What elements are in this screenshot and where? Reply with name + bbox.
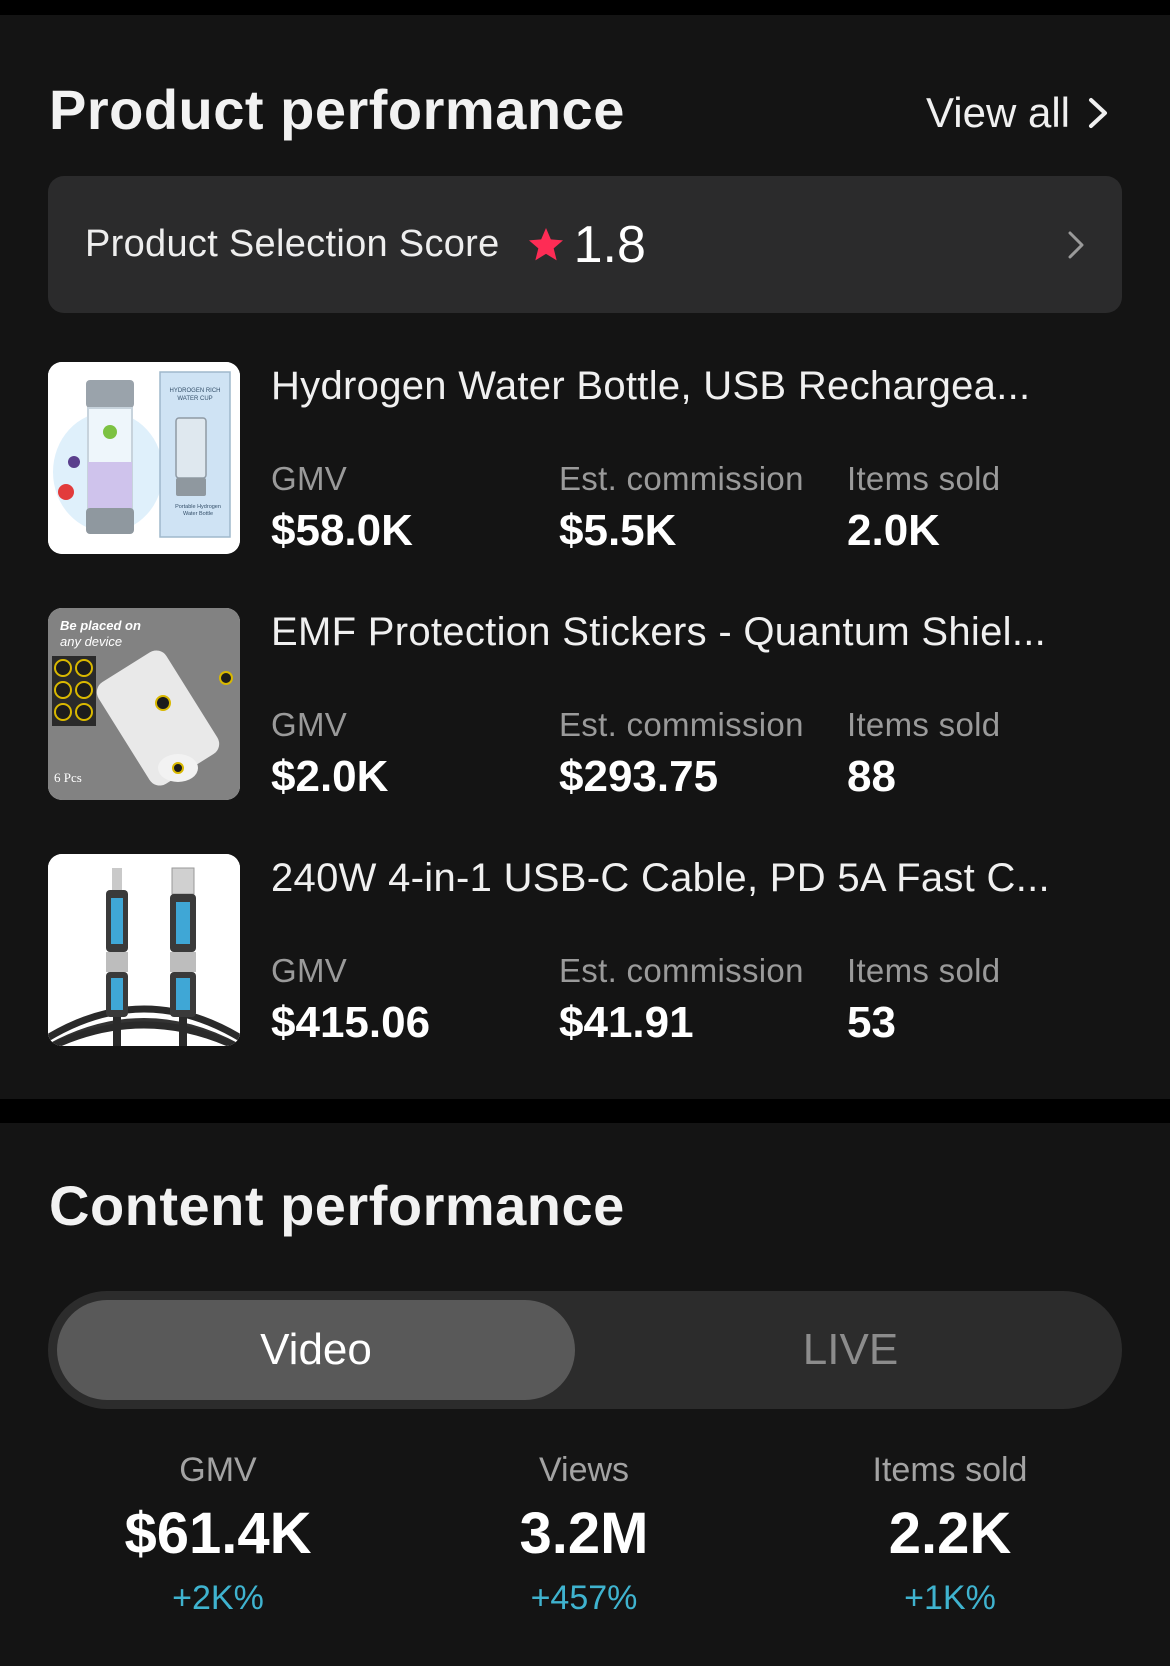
section-title-content-performance: Content performance — [49, 1174, 625, 1237]
thumb-text: any device — [60, 634, 122, 649]
chevron-right-icon — [1068, 231, 1084, 258]
metric-items-sold: Items sold 53 — [847, 952, 1000, 1048]
content-type-tabs: Video LIVE — [48, 1291, 1122, 1409]
content-performance-section: Content performance Video LIVE GMV $61.4… — [0, 1123, 1170, 1666]
metric-label: GMV — [271, 952, 348, 989]
metric-est-commission: Est. commission $293.75 — [559, 706, 804, 802]
metric-value: $41.91 — [559, 998, 694, 1047]
product-name[interactable]: Hydrogen Water Bottle, USB Rechargea... — [271, 364, 1117, 409]
metric-value: $5.5K — [559, 506, 677, 555]
metric-items-sold: Items sold 88 — [847, 706, 1000, 802]
stat-items-sold: Items sold 2.2K +1K% — [785, 1451, 1115, 1618]
thumb-text: Portable Hydrogen — [175, 504, 221, 510]
stat-change: +1K% — [904, 1579, 996, 1617]
metric-value: 2.0K — [847, 506, 940, 555]
thumb-text: WATER CUP — [177, 396, 212, 402]
metric-value: $293.75 — [559, 752, 719, 801]
product-thumbnail[interactable]: Be placed on any device 6 Pcs — [48, 608, 240, 800]
thumb-text: HYDROGEN RICH — [169, 388, 220, 394]
stat-value: $61.4K — [124, 1501, 312, 1566]
score-value: 1.8 — [573, 215, 646, 274]
stat-gmv: GMV $61.4K +2K% — [53, 1451, 383, 1618]
product-selection-score-card[interactable]: Product Selection Score 1.8 — [48, 176, 1122, 313]
product-row[interactable]: 240W 4-in-1 USB-C Cable, PD 5A Fast C...… — [48, 854, 1122, 1048]
stat-views: Views 3.2M +457% — [419, 1451, 749, 1618]
thumb-text: Be placed on — [60, 618, 141, 633]
metric-items-sold: Items sold 2.0K — [847, 460, 1000, 556]
metric-label: Items sold — [847, 706, 1001, 743]
metric-value: $58.0K — [271, 506, 413, 555]
hydrogen-bottle-image: HYDROGEN RICH WATER CUP Portable Hydroge… — [48, 362, 240, 554]
tab-live[interactable]: LIVE — [588, 1300, 1113, 1400]
product-performance-section: Product performance View all Product Sel… — [0, 15, 1170, 1099]
usb-cable-image — [48, 854, 240, 1046]
product-row[interactable]: HYDROGEN RICH WATER CUP Portable Hydroge… — [48, 362, 1122, 556]
metric-label: GMV — [271, 706, 348, 743]
metric-value: 53 — [847, 998, 896, 1047]
stat-change: +2K% — [172, 1579, 264, 1617]
metric-value: 88 — [847, 752, 896, 801]
stat-value: 3.2M — [519, 1501, 649, 1566]
metric-value: $2.0K — [271, 752, 389, 801]
thumb-text: 6 Pcs — [54, 770, 82, 785]
stat-label: Views — [538, 1451, 630, 1489]
product-row[interactable]: Be placed on any device 6 Pcs EMF Protec… — [48, 608, 1122, 802]
stat-value: 2.2K — [888, 1501, 1012, 1566]
view-all-label: View all — [926, 89, 1070, 136]
metric-est-commission: Est. commission $5.5K — [559, 460, 804, 556]
metric-label: GMV — [271, 460, 348, 497]
emf-stickers-image: Be placed on any device 6 Pcs — [48, 608, 240, 800]
metric-label: Items sold — [847, 460, 1001, 497]
top-strip — [0, 0, 1170, 15]
metric-label: Est. commission — [559, 460, 804, 497]
metric-gmv: GMV $415.06 — [271, 952, 430, 1048]
metric-label: Est. commission — [559, 706, 804, 743]
section-divider — [0, 1099, 1170, 1123]
metric-gmv: GMV $2.0K — [271, 706, 388, 802]
metric-value: $415.06 — [271, 998, 431, 1047]
metric-est-commission: Est. commission $41.91 — [559, 952, 804, 1048]
tab-video[interactable]: Video — [57, 1300, 575, 1400]
metric-gmv: GMV $58.0K — [271, 460, 413, 556]
product-name[interactable]: 240W 4-in-1 USB-C Cable, PD 5A Fast C... — [271, 856, 1117, 901]
product-thumbnail[interactable]: HYDROGEN RICH WATER CUP Portable Hydroge… — [48, 362, 240, 554]
score-label: Product Selection Score — [85, 223, 500, 265]
section-title-product-performance: Product performance — [49, 78, 625, 141]
stat-label: Items sold — [872, 1451, 1028, 1489]
stat-change: +457% — [530, 1579, 638, 1617]
chevron-right-icon — [1089, 98, 1107, 128]
product-name[interactable]: EMF Protection Stickers - Quantum Shiel.… — [271, 610, 1117, 655]
product-thumbnail[interactable] — [48, 854, 240, 1046]
metric-label: Est. commission — [559, 952, 804, 989]
view-all-button[interactable]: View all — [926, 89, 1112, 137]
metric-label: Items sold — [847, 952, 1001, 989]
star-icon — [528, 227, 563, 260]
stat-label: GMV — [179, 1451, 257, 1489]
thumb-text: Water Bottle — [183, 511, 213, 517]
